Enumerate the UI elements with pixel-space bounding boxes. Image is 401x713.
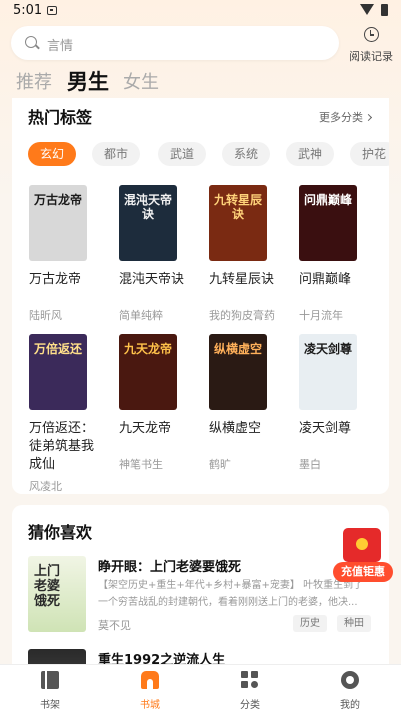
book-cover: 混沌天帝诀 bbox=[119, 185, 177, 261]
book-title: 纵横虚空 bbox=[209, 421, 262, 436]
promo-label: 充值钜惠 bbox=[333, 562, 393, 582]
reading-history-button[interactable]: 阅读记录 bbox=[342, 26, 400, 64]
cover-title: 纵横虚空 bbox=[213, 342, 262, 356]
book-title: 九天龙帝 bbox=[119, 421, 172, 436]
bookstore-icon bbox=[141, 671, 159, 689]
book-item[interactable]: 万古龙帝 万古龙帝 陆昕风 bbox=[29, 185, 109, 323]
book-description: 【架空历史+重生+年代+乡村+暴富+宠妻】 叶牧重生到了一个穷苦战乱的封建朝代，… bbox=[98, 580, 364, 608]
book-cover: 凌天剑尊 bbox=[299, 334, 357, 410]
nav-label: 书城 bbox=[140, 700, 160, 711]
book-title: 九转星辰诀 bbox=[209, 272, 275, 287]
book-author: 十月流年 bbox=[299, 309, 343, 322]
cover-title: 问鼎巅峰 bbox=[303, 193, 352, 207]
book-author: 简单纯粹 bbox=[119, 309, 163, 322]
status-time: 5:01 bbox=[13, 3, 43, 18]
nav-label: 书架 bbox=[40, 700, 60, 711]
book-title: 混沌天帝诀 bbox=[119, 272, 185, 287]
cover-title: 上门老婆饿死 bbox=[34, 564, 61, 609]
search-placeholder: 言情 bbox=[47, 39, 74, 54]
profile-icon bbox=[341, 671, 359, 689]
book-cover: 问鼎巅峰 bbox=[299, 185, 357, 261]
tag-chip[interactable]: 武神 bbox=[286, 142, 335, 166]
hot-tags-card: 热门标签 更多分类 玄幻 都市 武道 系统 武神 护花 万古龙帝 万古龙帝 陆昕… bbox=[12, 98, 389, 494]
book-item[interactable]: 凌天剑尊 凌天剑尊 墨白 bbox=[299, 334, 379, 472]
tag-chip[interactable]: 都市 bbox=[92, 142, 141, 166]
book-cover: 上门老婆饿死 bbox=[28, 556, 86, 632]
book-item[interactable]: 万倍返还 万倍返还：徒弟筑基我成仙 风凌北 bbox=[29, 334, 109, 494]
book-author: 风凌北 bbox=[29, 480, 62, 493]
book-cover: 纵横虚空 bbox=[209, 334, 267, 410]
book-author: 我的狗皮膏药 bbox=[209, 309, 275, 322]
nav-bookstore[interactable]: 书城 bbox=[120, 671, 180, 711]
search-input[interactable]: 言情 bbox=[11, 26, 339, 60]
book-title: 凌天剑尊 bbox=[299, 421, 352, 436]
category-icon bbox=[241, 671, 259, 689]
tag-chip[interactable]: 护花 bbox=[350, 142, 389, 166]
book-author: 陆昕风 bbox=[29, 309, 62, 322]
bookshelf-icon bbox=[41, 671, 59, 689]
nav-category[interactable]: 分类 bbox=[220, 671, 280, 711]
book-item[interactable]: 混沌天帝诀 混沌天帝诀 简单纯粹 bbox=[119, 185, 199, 323]
book-author: 鹤旷 bbox=[209, 458, 231, 471]
cover-title: 九天龙帝 bbox=[123, 342, 172, 356]
tab-male[interactable]: 男生 bbox=[67, 66, 109, 96]
nav-bookshelf[interactable]: 书架 bbox=[20, 671, 80, 711]
tag-chip[interactable]: 玄幻 bbox=[28, 142, 77, 166]
book-item[interactable]: 纵横虚空 纵横虚空 鹤旷 bbox=[209, 334, 289, 472]
guess-title: 猜你喜欢 bbox=[28, 523, 93, 542]
status-bar: 5:01 bbox=[0, 0, 401, 22]
book-cover: 九转星辰诀 bbox=[209, 185, 267, 261]
tab-recommend[interactable]: 推荐 bbox=[16, 68, 52, 94]
book-title: 万古龙帝 bbox=[29, 272, 82, 287]
genre-tag: 历史 bbox=[293, 615, 327, 632]
nav-label: 我的 bbox=[340, 700, 360, 711]
tab-female[interactable]: 女生 bbox=[123, 68, 159, 94]
cover-title: 混沌天帝诀 bbox=[123, 193, 172, 221]
tag-chip[interactable]: 系统 bbox=[222, 142, 271, 166]
nav-label: 分类 bbox=[240, 700, 260, 711]
cover-title: 凌天剑尊 bbox=[303, 342, 352, 356]
recharge-promo-button[interactable]: 充值钜惠 bbox=[333, 528, 393, 584]
clock-icon bbox=[363, 27, 379, 42]
wifi-icon bbox=[360, 4, 374, 15]
chevron-right-icon bbox=[364, 113, 373, 122]
book-item[interactable]: 九转星辰诀 九转星辰诀 我的狗皮膏药 bbox=[209, 185, 289, 323]
cover-title: 万倍返还 bbox=[33, 342, 82, 356]
search-icon bbox=[25, 36, 37, 48]
book-author: 神笔书生 bbox=[119, 458, 163, 471]
list-item[interactable]: 上门老婆饿死 睁开眼：上门老婆要饿死 【架空历史+重生+年代+乡村+暴富+宠妻】… bbox=[28, 556, 373, 636]
red-envelope-icon bbox=[343, 528, 381, 562]
book-item[interactable]: 九天龙帝 九天龙帝 神笔书生 bbox=[119, 334, 199, 472]
genre-tag: 种田 bbox=[337, 615, 371, 632]
nav-profile[interactable]: 我的 bbox=[320, 671, 380, 711]
book-author: 莫不见 bbox=[98, 619, 131, 632]
book-author: 墨白 bbox=[299, 458, 321, 471]
bottom-nav: 书架 书城 分类 我的 bbox=[0, 664, 401, 713]
cover-title: 九转星辰诀 bbox=[213, 193, 262, 221]
battery-icon bbox=[381, 4, 388, 16]
more-categories-label: 更多分类 bbox=[319, 111, 363, 124]
reading-history-label: 阅读记录 bbox=[349, 50, 393, 63]
more-categories-link[interactable]: 更多分类 bbox=[319, 109, 373, 125]
tag-chip[interactable]: 武道 bbox=[158, 142, 207, 166]
notification-icon bbox=[47, 6, 57, 15]
book-title: 问鼎巅峰 bbox=[299, 272, 352, 287]
cover-title: 万古龙帝 bbox=[33, 193, 82, 207]
book-cover: 万倍返还 bbox=[29, 334, 87, 410]
tag-row: 玄幻 都市 武道 系统 武神 护花 bbox=[28, 142, 389, 168]
book-cover: 万古龙帝 bbox=[29, 185, 87, 261]
hot-tags-title: 热门标签 bbox=[28, 108, 93, 127]
book-title: 万倍返还：徒弟筑基我成仙 bbox=[29, 421, 95, 472]
book-item[interactable]: 问鼎巅峰 问鼎巅峰 十月流年 bbox=[299, 185, 379, 323]
book-cover: 九天龙帝 bbox=[119, 334, 177, 410]
book-title: 睁开眼：上门老婆要饿死 bbox=[98, 560, 242, 575]
